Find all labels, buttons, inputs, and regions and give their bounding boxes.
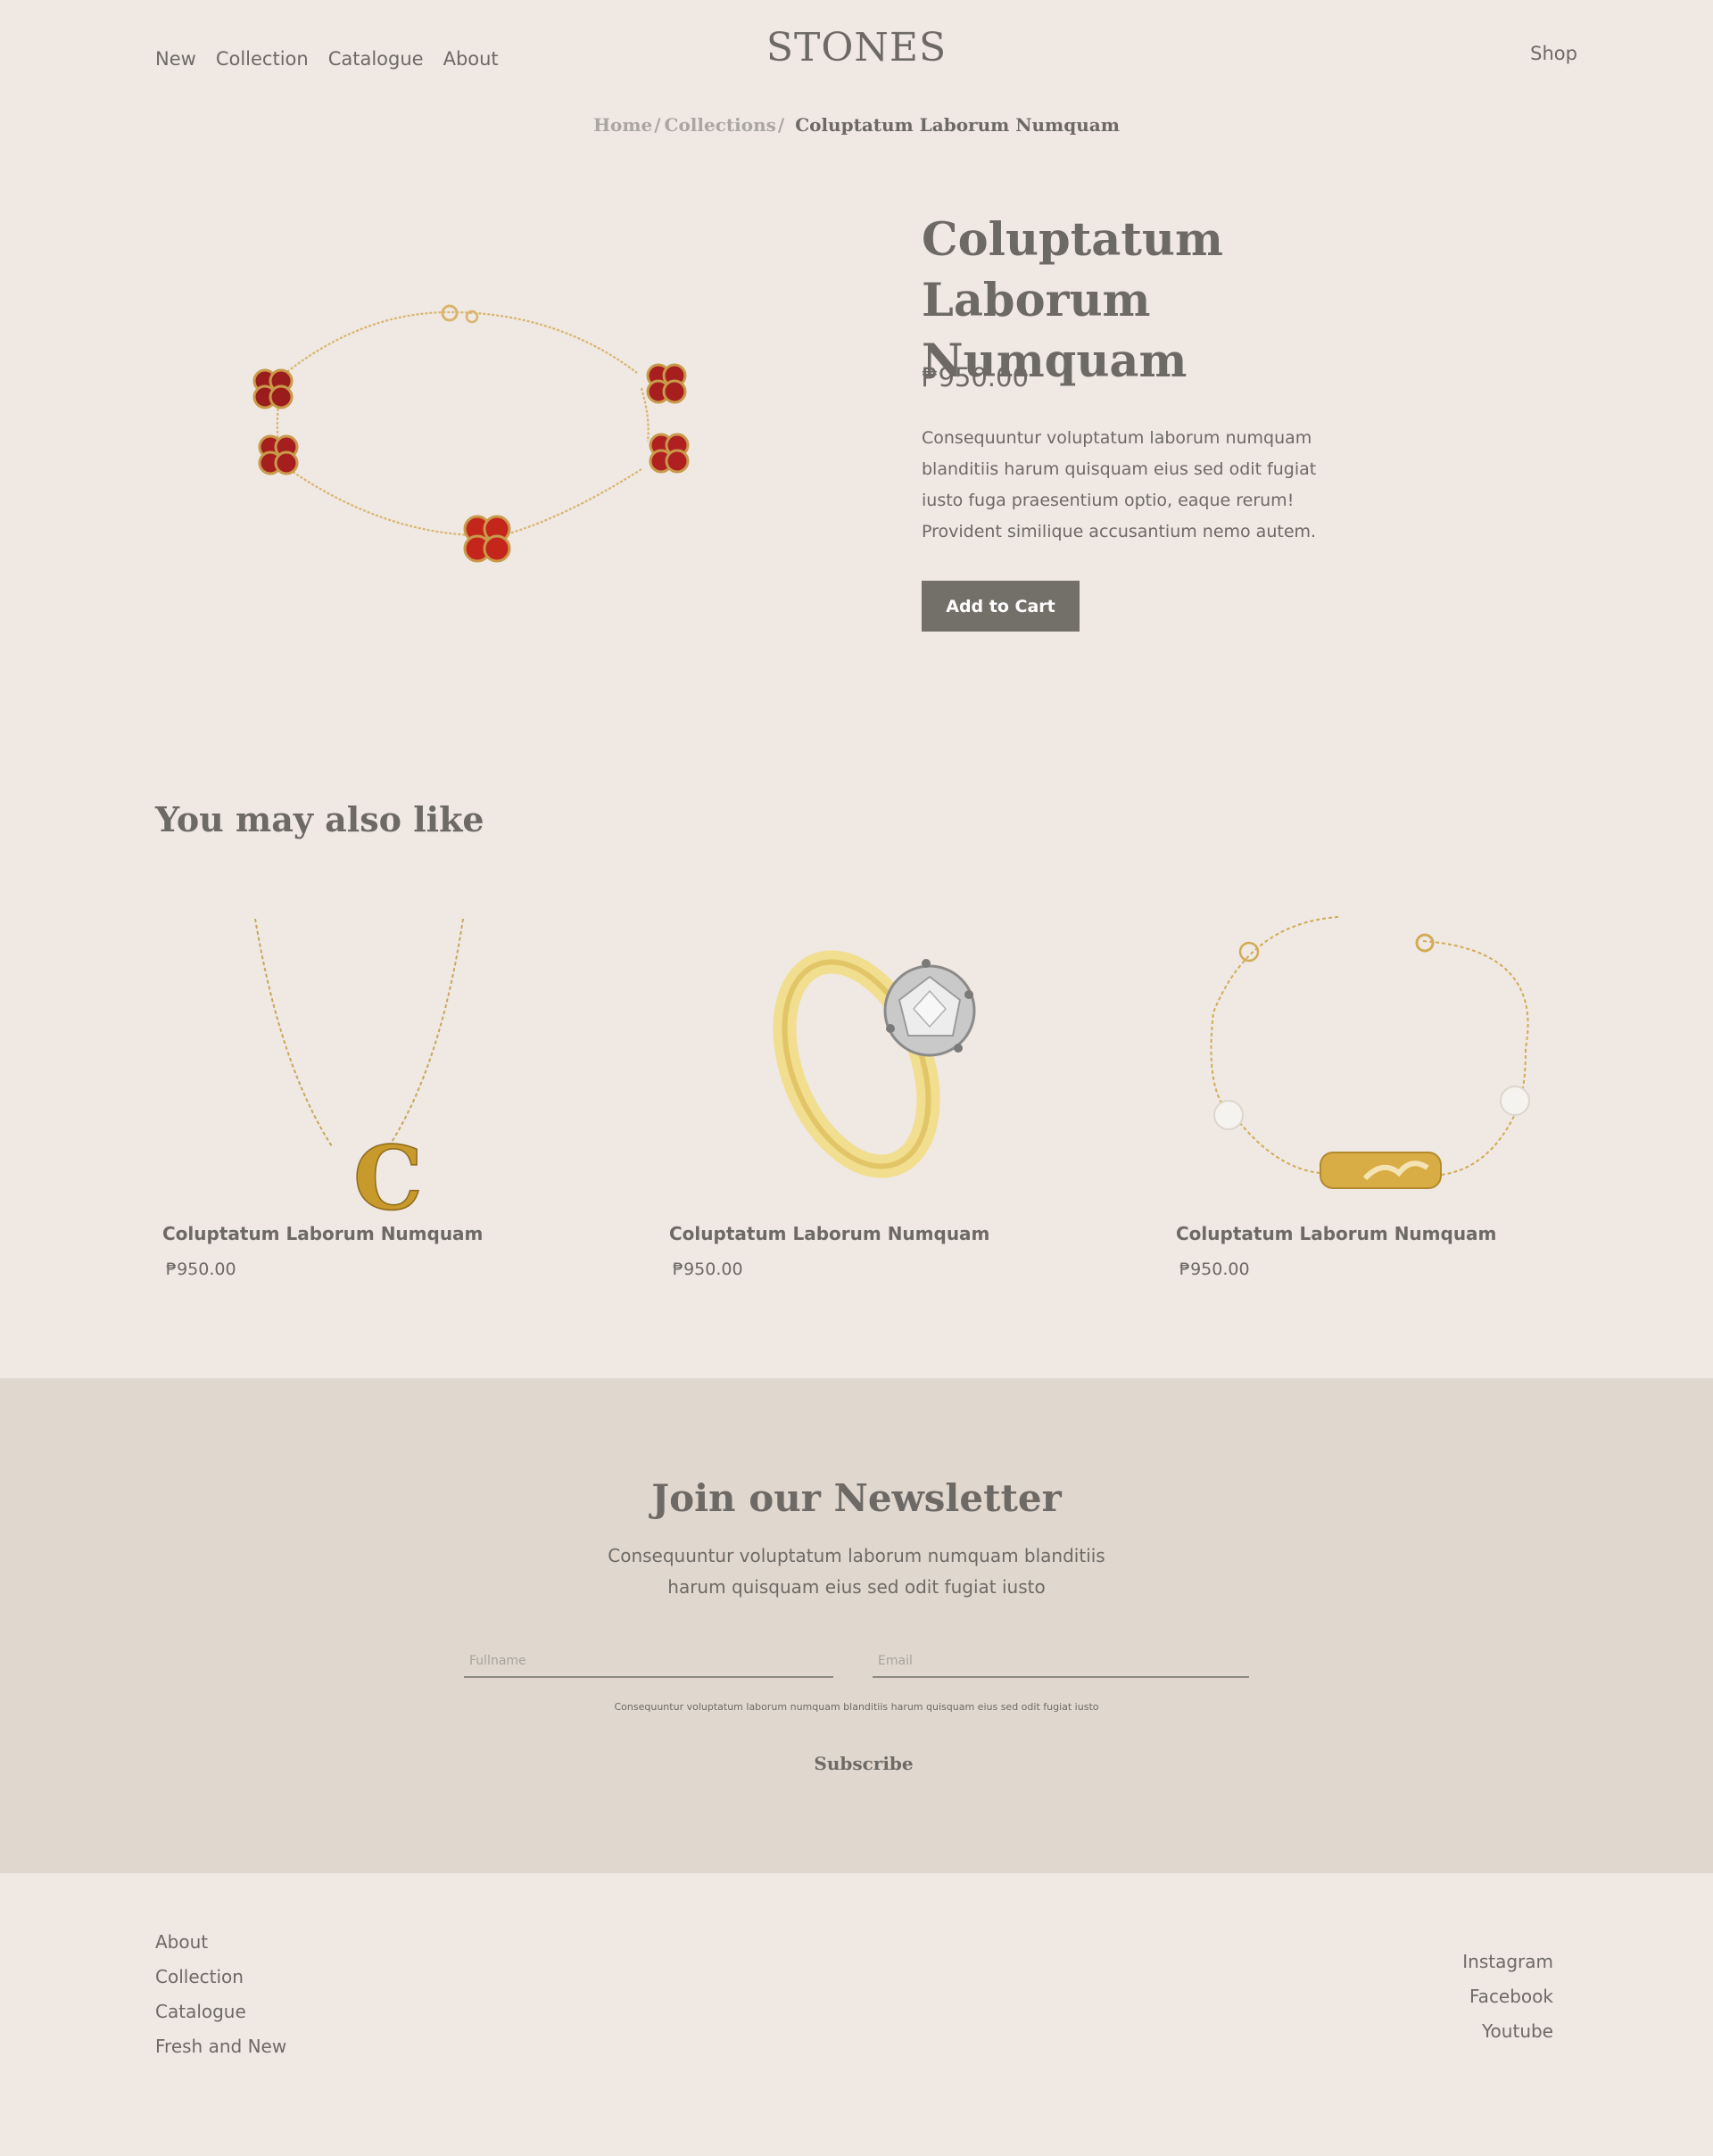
- product-card-image[interactable]: C: [155, 914, 619, 1231]
- footer-catalogue[interactable]: Catalogue: [155, 1995, 286, 2029]
- also-like-title: You may also like: [155, 799, 484, 839]
- newsletter-title: Join our Newsletter: [651, 1476, 1062, 1520]
- footer-facebook[interactable]: Facebook: [1462, 1979, 1553, 2014]
- email-input[interactable]: [873, 1646, 1249, 1678]
- footer-collection[interactable]: Collection: [155, 1960, 286, 1995]
- site-header: New Collection Catalogue About STONES Sh…: [0, 0, 1713, 98]
- svg-text:C: C: [353, 1128, 423, 1213]
- breadcrumb-home[interactable]: Home: [593, 114, 652, 136]
- footer-instagram[interactable]: Instagram: [1462, 1945, 1553, 1979]
- product-image: [155, 259, 735, 615]
- footer-youtube[interactable]: Youtube: [1462, 2014, 1553, 2049]
- newsletter-disclaimer: Consequuntur voluptatum laborum numquam …: [614, 1701, 1099, 1713]
- product-card-image[interactable]: [662, 914, 1126, 1213]
- fullname-input[interactable]: [464, 1646, 833, 1678]
- nav-shop[interactable]: Shop: [1530, 43, 1577, 64]
- footer-links: About Collection Catalogue Fresh and New: [155, 1925, 286, 2064]
- breadcrumb-separator: /: [777, 114, 785, 136]
- breadcrumb-collections[interactable]: Collections: [665, 114, 776, 136]
- product-card-name[interactable]: Coluptatum Laborum Numquam: [1176, 1223, 1496, 1244]
- product-card[interactable]: C Coluptatum Laborum Numquam ₱950.00: [155, 914, 619, 1279]
- product-card[interactable]: Coluptatum Laborum Numquam ₱950.00: [662, 914, 1126, 1279]
- product-card-name[interactable]: Coluptatum Laborum Numquam: [162, 1223, 483, 1244]
- breadcrumb-separator: /: [654, 114, 661, 136]
- product-price: ₱950.00: [922, 362, 1029, 392]
- footer-fresh-new[interactable]: Fresh and New: [155, 2029, 286, 2064]
- product-card-price: ₱950.00: [673, 1260, 743, 1279]
- product-card-image[interactable]: [1169, 914, 1633, 1213]
- product-card-name[interactable]: Coluptatum Laborum Numquam: [669, 1223, 989, 1244]
- breadcrumb: Home / Collections / Coluptatum Laborum Numq…: [0, 114, 1713, 136]
- newsletter-description: Consequuntur voluptatum laborum numquam …: [608, 1545, 1105, 1598]
- breadcrumb-current: Coluptatum Laborum Numquam: [795, 114, 1120, 136]
- product-card-price: ₱950.00: [166, 1260, 236, 1279]
- clover: [252, 363, 690, 563]
- site-logo[interactable]: STONES: [0, 25, 1713, 70]
- footer-social-links: Instagram Facebook Youtube: [1462, 1945, 1553, 2049]
- product-card-price: ₱950.00: [1179, 1260, 1250, 1279]
- footer-about[interactable]: About: [155, 1925, 286, 1960]
- add-to-cart-button[interactable]: Add to Cart: [922, 581, 1080, 632]
- newsletter-section: Join our Newsletter Consequuntur volupta…: [0, 1378, 1713, 1873]
- product-card[interactable]: Coluptatum Laborum Numquam ₱950.00: [1169, 914, 1633, 1279]
- product-description: Consequuntur voluptatum laborum numquam …: [922, 428, 1317, 541]
- subscribe-button[interactable]: Subscribe: [774, 1753, 953, 1774]
